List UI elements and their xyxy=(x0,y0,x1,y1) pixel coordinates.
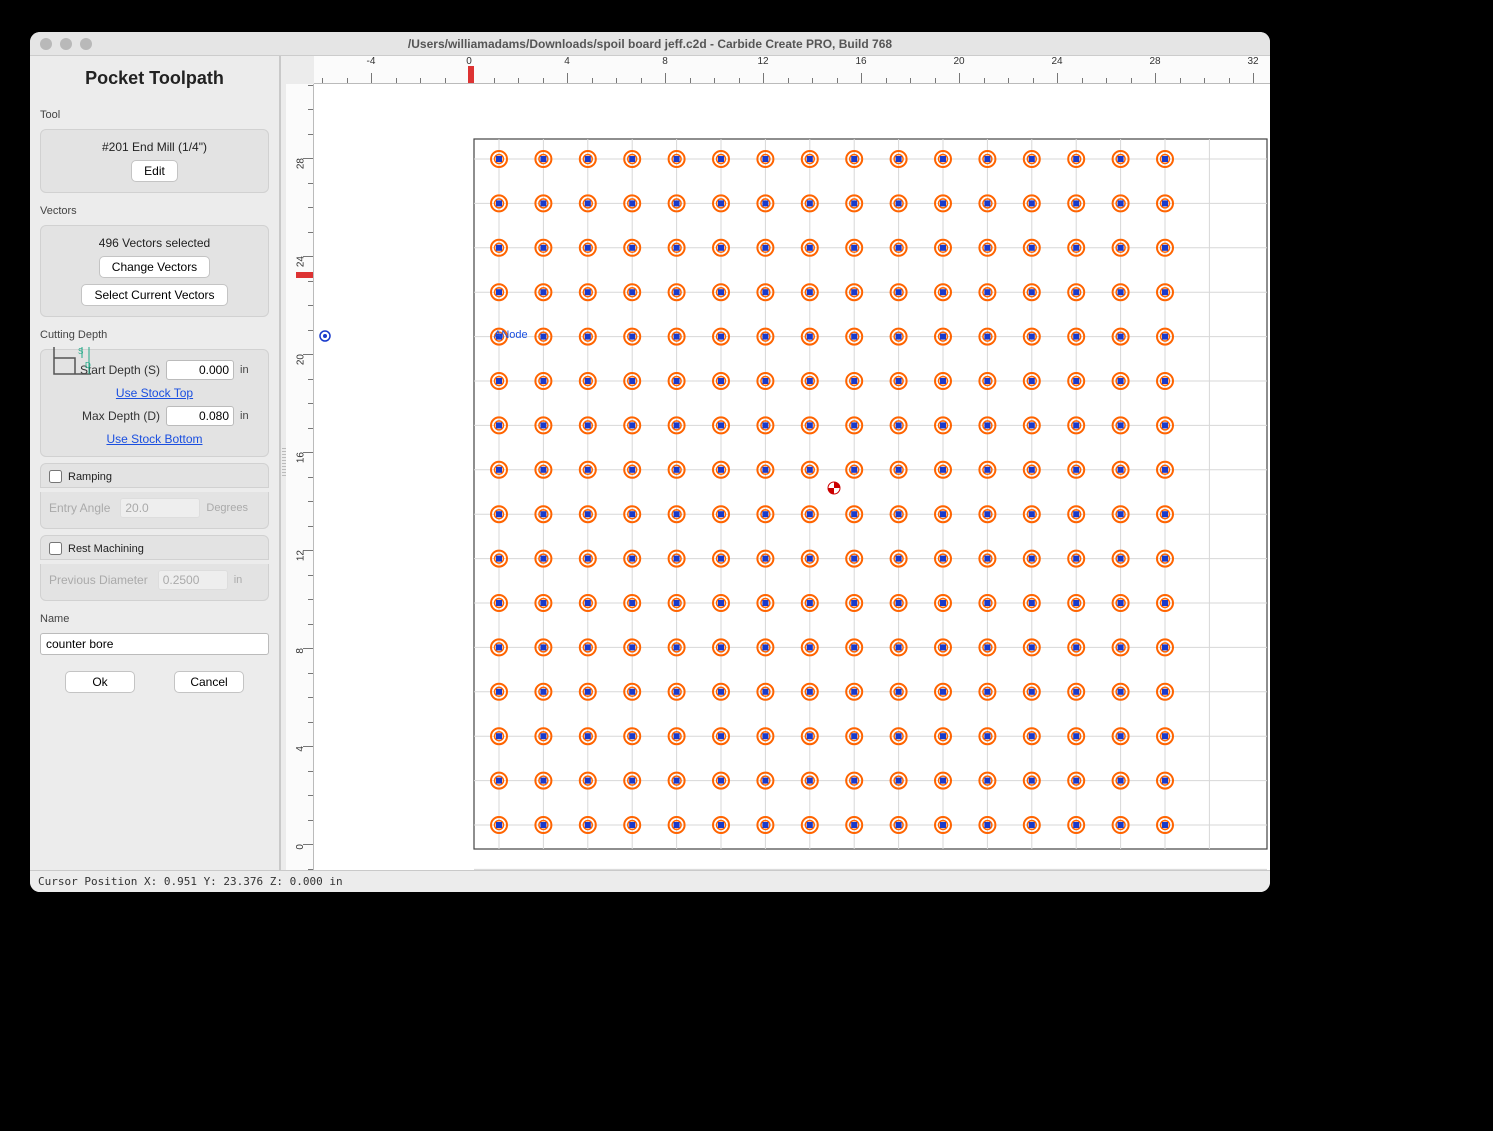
design-viewport[interactable]: ANode xyxy=(314,84,1270,870)
content: Pocket Toolpath Tool #201 End Mill (1/4"… xyxy=(30,56,1270,870)
rest-machining-checkbox[interactable] xyxy=(49,542,62,555)
sidebar: Pocket Toolpath Tool #201 End Mill (1/4"… xyxy=(30,56,280,870)
entry-angle-label: Entry Angle xyxy=(49,501,110,515)
name-label: Name xyxy=(40,613,269,625)
max-depth-input[interactable] xyxy=(166,406,234,426)
ruler-vertical: 048121620242832 xyxy=(286,84,314,870)
rest-label: Rest Machining xyxy=(68,543,144,555)
vectors-label: Vectors xyxy=(40,205,269,217)
anode-label: ANode xyxy=(494,329,528,341)
action-buttons: Ok Cancel xyxy=(40,661,269,693)
max-depth-label: Max Depth (D) xyxy=(49,409,160,423)
app-window: /Users/williamadams/Downloads/spoil boar… xyxy=(30,32,1270,892)
cutting-depth-group: Start Depth (S) in Use Stock Top Max Dep… xyxy=(40,349,269,457)
tool-group: #201 End Mill (1/4") Edit xyxy=(40,129,269,193)
ok-button[interactable]: Ok xyxy=(65,671,135,693)
ruler-horizontal: -4048121620242832 xyxy=(314,56,1270,84)
entry-angle-input xyxy=(120,498,200,518)
select-current-vectors-button[interactable]: Select Current Vectors xyxy=(81,284,227,306)
tool-name: #201 End Mill (1/4") xyxy=(102,140,207,154)
ramping-sub: Entry Angle Degrees xyxy=(40,492,269,529)
cancel-button[interactable]: Cancel xyxy=(174,671,244,693)
ramping-label: Ramping xyxy=(68,471,112,483)
cutting-depth-label: Cutting Depth xyxy=(40,329,269,341)
start-depth-input[interactable] xyxy=(166,360,234,380)
use-stock-top-link[interactable]: Use Stock Top xyxy=(49,386,260,400)
rest-sub: Previous Diameter in xyxy=(40,564,269,601)
vectors-group: 496 Vectors selected Change Vectors Sele… xyxy=(40,225,269,317)
unit-in-2: in xyxy=(240,410,256,422)
canvas-area: -4048121620242832 048121620242832 ANode xyxy=(286,56,1270,870)
panel-title: Pocket Toolpath xyxy=(40,64,269,97)
cursor-position: Cursor Position X: 0.951 Y: 23.376 Z: 0.… xyxy=(38,875,343,888)
tool-label: Tool xyxy=(40,109,269,121)
use-stock-bottom-link[interactable]: Use Stock Bottom xyxy=(49,432,260,446)
unit-in-1: in xyxy=(240,364,256,376)
svg-text:D: D xyxy=(85,361,91,370)
prev-diam-label: Previous Diameter xyxy=(49,573,148,587)
ramping-section: Ramping xyxy=(40,463,269,488)
design-svg xyxy=(314,84,1270,870)
titlebar: /Users/williamadams/Downloads/spoil boar… xyxy=(30,32,1270,56)
ramping-checkbox[interactable] xyxy=(49,470,62,483)
window-controls xyxy=(40,38,92,50)
window-title: /Users/williamadams/Downloads/spoil boar… xyxy=(30,37,1270,51)
toolpath-name-input[interactable] xyxy=(40,633,269,655)
prev-diam-input xyxy=(158,570,228,590)
rest-section: Rest Machining xyxy=(40,535,269,560)
depth-diagram-icon: S D xyxy=(51,344,95,378)
degrees-label: Degrees xyxy=(206,502,256,514)
edit-tool-button[interactable]: Edit xyxy=(131,160,178,182)
svg-text:S: S xyxy=(78,347,83,356)
zoom-icon[interactable] xyxy=(80,38,92,50)
vectors-selected: 496 Vectors selected xyxy=(99,236,210,250)
status-bar: Cursor Position X: 0.951 Y: 23.376 Z: 0.… xyxy=(30,870,1270,892)
close-icon[interactable] xyxy=(40,38,52,50)
minimize-icon[interactable] xyxy=(60,38,72,50)
change-vectors-button[interactable]: Change Vectors xyxy=(99,256,210,278)
unit-in-3: in xyxy=(234,574,256,586)
